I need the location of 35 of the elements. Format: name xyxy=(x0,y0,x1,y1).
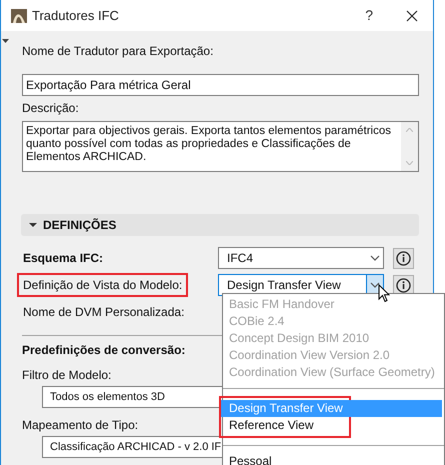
translator-name-field[interactable]: Exportação Para métrica Geral xyxy=(22,74,419,96)
info-icon xyxy=(396,250,411,266)
close-icon xyxy=(406,10,418,22)
scroll-down-icon xyxy=(406,161,413,165)
select-value: Design Transfer View xyxy=(226,277,342,294)
info-icon xyxy=(396,278,411,292)
dropdown-option[interactable]: Reference View xyxy=(221,417,349,434)
field-label: Descrição: xyxy=(22,100,80,116)
select-value: IFC4 xyxy=(226,250,254,267)
scroll-up-icon xyxy=(406,128,413,132)
select-value: Classificação ARCHICAD - v 2.0 IF xyxy=(49,440,222,455)
description-field[interactable]: Exportar para objectivos gerais. Exporta tantos elementos paramétricos quanto possível com todas as propriedades e Classificações de Elementos ARCHICAD. xyxy=(22,121,419,172)
dropdown-select[interactable]: IFC4 xyxy=(218,247,384,269)
section-title: DEFINIÇÕES xyxy=(43,217,116,234)
scrollbar[interactable] xyxy=(401,122,418,171)
field-label: Mapeamento de Tipo: xyxy=(22,417,138,433)
info-button[interactable] xyxy=(393,274,414,296)
close-button[interactable] xyxy=(405,8,419,22)
field-label: Nome de Tradutor para Exportação: xyxy=(22,43,214,59)
info-button[interactable] xyxy=(393,248,414,268)
section-header[interactable]: DEFINIÇÕES xyxy=(21,214,419,236)
collapse-arrow-icon[interactable] xyxy=(2,39,9,43)
dropdown-option[interactable]: Pessoal xyxy=(223,453,444,465)
help-button[interactable]: ? xyxy=(365,5,373,26)
description-text: Exportar para objectivos gerais. Exporta tantos elementos paramétricos quanto possível com todas as propriedades e Classificações de Elementos ARCHICAD. xyxy=(25,124,392,165)
chevron-down-icon xyxy=(370,282,380,288)
chevron-down-icon xyxy=(370,255,380,261)
window-title: Tradutores IFC xyxy=(32,6,119,25)
setting-label: Esquema IFC: xyxy=(22,251,104,265)
app-logo-icon xyxy=(11,8,27,22)
field-label: Filtro de Modelo: xyxy=(22,367,112,383)
group-title: Predefinições de conversão: xyxy=(22,342,186,358)
select-value: Todos os elementos 3D xyxy=(49,390,165,405)
setting-label: Nome de DVM Personalizada: xyxy=(22,305,186,319)
setting-label: Definição de Vista do Modelo: xyxy=(17,273,188,297)
